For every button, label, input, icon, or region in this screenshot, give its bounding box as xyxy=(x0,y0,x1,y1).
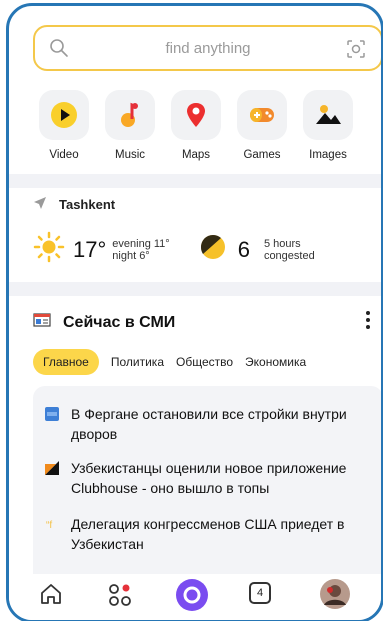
app-label: Maps xyxy=(181,149,211,161)
more-options-icon[interactable] xyxy=(365,310,371,335)
news-item[interactable]: “f Делегация конгрессменов США приедет в… xyxy=(33,514,381,554)
app-images[interactable]: Images xyxy=(299,90,357,161)
traffic-score: 6 xyxy=(237,236,250,262)
map-pin-icon xyxy=(171,90,221,140)
search-input[interactable]: find anything xyxy=(35,40,381,57)
app-label: Games xyxy=(243,149,281,161)
section-divider xyxy=(9,282,381,296)
app-label: Video xyxy=(49,149,79,161)
tab-society[interactable]: Общество xyxy=(176,349,233,375)
sun-icon xyxy=(33,231,65,268)
traffic-time: 5 hours xyxy=(263,237,301,250)
current-temperature: 17° xyxy=(73,236,107,262)
location-arrow-icon xyxy=(33,196,47,213)
app-music[interactable]: Music xyxy=(101,90,159,161)
traffic-status: congested xyxy=(263,249,315,262)
news-item[interactable]: Узбекистанцы оценили новое приложение Cl… xyxy=(33,458,381,498)
news-list: В Фергане остановили все стройки внутри … xyxy=(33,386,381,576)
news-header: Сейчас в СМИ xyxy=(33,310,381,335)
home-icon[interactable] xyxy=(39,582,63,611)
tabs-button[interactable]: 4 xyxy=(249,582,271,604)
traffic-info: 5 hours congested xyxy=(264,238,315,262)
section-divider xyxy=(9,174,381,188)
play-icon xyxy=(39,90,89,140)
news-source-icon xyxy=(45,407,59,421)
weather-widget[interactable]: Tashkent 17° evening 11° night 6° 6 5 ho… xyxy=(33,196,381,268)
tab-main[interactable]: Главное xyxy=(33,349,99,375)
avatar[interactable] xyxy=(319,578,351,615)
bottom-navigation: 4 xyxy=(9,574,381,620)
weather-row: 17° evening 11° night 6° 6 5 hours conge… xyxy=(33,231,381,268)
search-bar[interactable]: find anything xyxy=(33,25,381,71)
news-headline: В Фергане остановили все стройки внутри … xyxy=(71,406,347,442)
app-games[interactable]: Games xyxy=(233,90,291,161)
temperature-forecast: evening 11° night 6° xyxy=(112,238,169,262)
tab-politics[interactable]: Политика xyxy=(111,349,164,375)
app-maps[interactable]: Maps xyxy=(167,90,225,161)
image-icon xyxy=(303,90,353,140)
traffic-widget[interactable]: 6 5 hours congested xyxy=(198,232,315,267)
svg-text:“f: “f xyxy=(46,520,52,531)
news-tabs: Главное Политика Общество Экономика xyxy=(33,349,381,375)
news-title: Сейчас в СМИ xyxy=(63,313,176,331)
news-item[interactable]: В Фергане остановили все стройки внутри … xyxy=(33,404,381,444)
gamepad-icon xyxy=(237,90,287,140)
tab-economy[interactable]: Экономика xyxy=(245,349,306,375)
night-temperature: night 6° xyxy=(112,249,150,262)
news-icon xyxy=(33,312,51,333)
traffic-icon xyxy=(198,232,228,267)
alice-assistant-icon[interactable] xyxy=(175,578,209,617)
tabs-count: 4 xyxy=(249,582,271,604)
news-headline: Делегация конгрессменов США приедет в Уз… xyxy=(71,516,345,552)
music-note-icon xyxy=(105,90,155,140)
phone-frame: find anything Video Music Maps Games Ima… xyxy=(6,3,383,621)
location[interactable]: Tashkent xyxy=(33,196,381,213)
city-name: Tashkent xyxy=(59,197,116,212)
news-source-icon xyxy=(45,461,59,475)
services-icon[interactable] xyxy=(107,582,133,613)
app-label: Music xyxy=(114,149,146,161)
news-headline: Узбекистанцы оценили новое приложение Cl… xyxy=(71,460,347,496)
app-video[interactable]: Video xyxy=(35,90,93,161)
camera-search-icon[interactable] xyxy=(345,38,367,65)
news-source-icon: “f xyxy=(45,517,59,531)
evening-temperature: evening 11° xyxy=(112,237,170,250)
app-shortcuts: Video Music Maps Games Images xyxy=(35,90,381,161)
app-label: Images xyxy=(309,149,347,161)
